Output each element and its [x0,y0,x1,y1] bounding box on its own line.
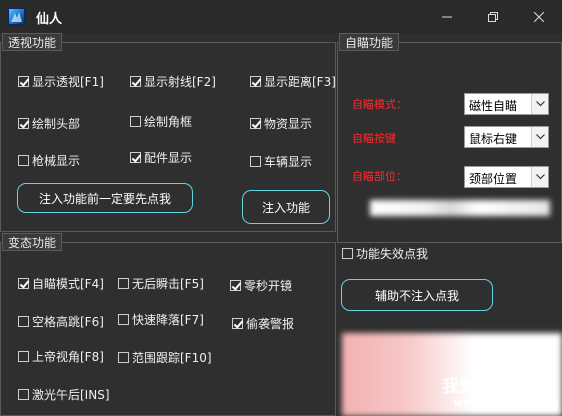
minimize-button[interactable] [424,0,470,33]
checkbox-box[interactable] [18,117,29,129]
checkbox-sneak-alert[interactable]: 偷袭警报 [232,315,294,331]
chevron-down-icon [531,167,548,187]
checkbox-box[interactable] [18,388,29,400]
aim-part-label: 自瞄部位： [352,170,407,183]
checkbox-box[interactable] [250,75,261,87]
checkbox-box[interactable] [342,247,353,259]
checkbox-box[interactable] [232,317,243,329]
checkbox-god-view[interactable]: 上帝视角[F8] [18,348,104,364]
chevron-down-icon [531,94,548,114]
checkbox-supply-display[interactable]: 物资显示 [250,115,312,131]
checkbox-show-perspective[interactable]: 显示透视[F1] [18,73,104,89]
assist-no-inject-button[interactable]: 辅助不注入点我 [341,279,493,311]
checkbox-function-fail[interactable]: 功能失效点我 [342,245,428,261]
redacted-area [370,200,550,216]
checkbox-vehicle-display[interactable]: 车辆显示 [250,153,312,169]
aim-key-label: 自瞄按键 [352,132,396,145]
checkbox-attachment-display[interactable]: 配件显示 [130,149,192,165]
checkbox-gun-display[interactable]: 枪械显示 [18,152,80,168]
checkbox-box[interactable] [18,277,29,289]
checkbox-box[interactable] [118,277,129,289]
checkbox-box[interactable] [118,351,129,363]
perspective-group-label: 透视功能 [2,33,63,51]
aim-mode-select[interactable]: 磁性自瞄 [464,93,549,115]
restore-button[interactable] [470,0,516,33]
checkbox-box[interactable] [18,154,29,166]
checkbox-box[interactable] [130,115,141,127]
checkbox-zero-scope[interactable]: 零秒开镜 [230,277,292,293]
checkbox-draw-head[interactable]: 绘制头部 [18,115,80,131]
checkbox-space-jump[interactable]: 空格高跳[F6] [18,313,104,329]
checkbox-aim-mode[interactable]: 自瞄模式[F4] [18,275,104,291]
aim-part-select[interactable]: 颈部位置 [464,166,549,188]
checkbox-box[interactable] [118,313,129,325]
checkbox-show-rays[interactable]: 显示射线[F2] [130,73,216,89]
aim-mode-label: 自瞄模式： [352,98,407,111]
aimbot-group-label: 自瞄功能 [339,33,400,51]
window-title: 仙人 [36,12,63,27]
checkbox-box[interactable] [250,117,261,129]
checkbox-box[interactable] [18,75,29,87]
checkbox-box[interactable] [18,315,29,327]
watermark-url: www.52fzba.com [453,396,559,409]
inject-hint-button[interactable]: 注入功能前一定要先点我 [17,183,193,213]
app-window: 仙人 透视功能 显示透视[F1] 显示射线[F2] 显示距离[F3] 绘制头部 … [0,0,562,416]
checkbox-box[interactable] [130,151,141,163]
minimize-icon [442,7,452,26]
watermark-text: 我爱辅助论坛 [442,377,544,397]
checkbox-range-track[interactable]: 范围跟踪[F10] [118,349,212,365]
close-button[interactable] [516,0,562,33]
checkbox-fast-fall[interactable]: 快速降落[F7] [118,311,204,327]
title-bar: 仙人 [0,0,562,33]
checkbox-box[interactable] [230,279,241,291]
checkbox-show-distance[interactable]: 显示距离[F3] [250,73,336,89]
abnormal-group-label: 变态功能 [2,233,63,251]
checkbox-draw-corners[interactable]: 绘制角框 [130,113,192,129]
aim-key-select[interactable]: 鼠标右键 [464,126,549,148]
inject-button[interactable]: 注入功能 [242,190,330,224]
app-logo-icon [8,8,25,25]
restore-icon [488,7,498,26]
close-icon [533,7,545,26]
checkbox-laser-noon[interactable]: 激光午后[INS] [18,386,110,402]
chevron-down-icon [531,127,548,147]
checkbox-box[interactable] [250,155,261,167]
checkbox-no-recoil[interactable]: 无后瞬击[F5] [118,275,204,291]
checkbox-box[interactable] [18,350,29,362]
checkbox-box[interactable] [130,75,141,87]
